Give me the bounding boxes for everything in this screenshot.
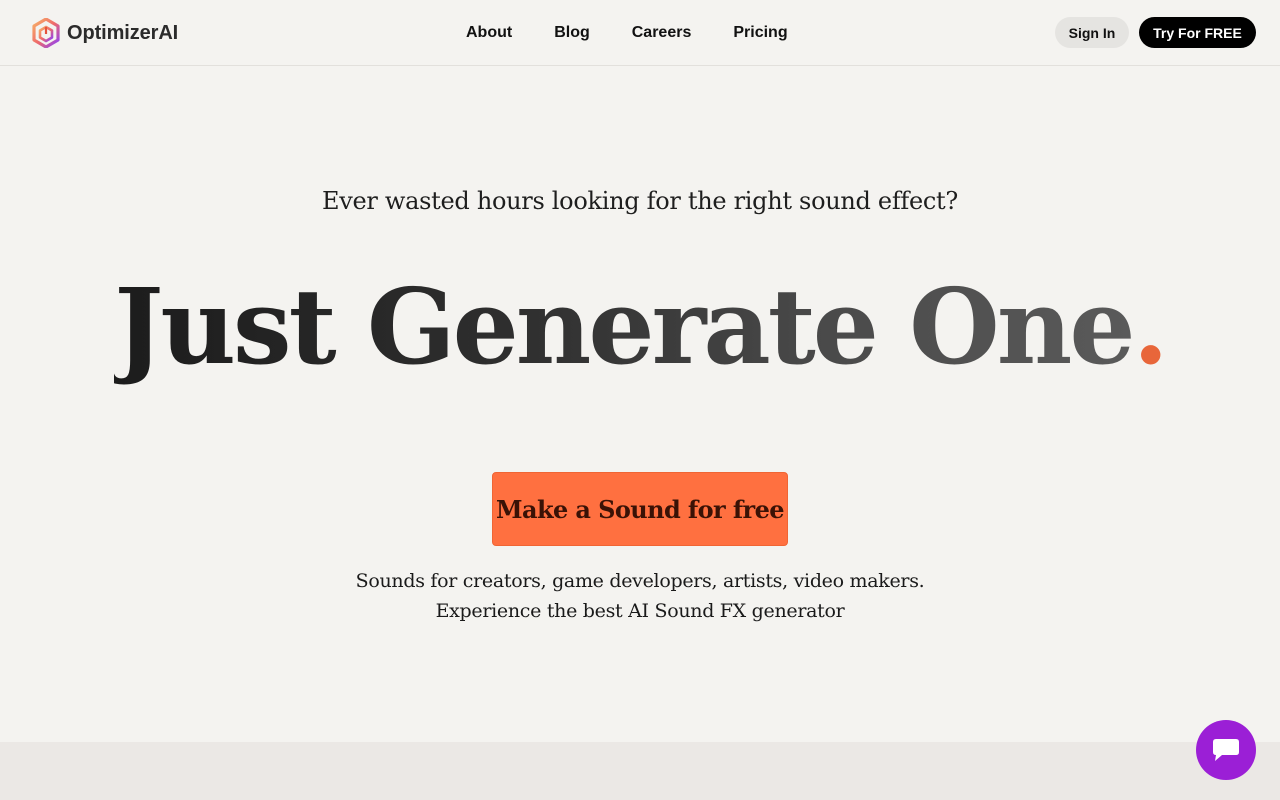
sign-in-button[interactable]: Sign In (1055, 17, 1129, 48)
brand-name: OptimizerAI (67, 21, 179, 44)
hero-subtext: Sounds for creators, game developers, ar… (0, 566, 1280, 626)
headline-dot: . (1132, 265, 1169, 388)
subtext-line-2: Experience the best AI Sound FX generato… (435, 600, 845, 622)
subtext-line-1: Sounds for creators, game developers, ar… (355, 570, 925, 592)
site-header: OptimizerAI About Blog Careers Pricing S… (0, 0, 1280, 66)
next-section-band (0, 742, 1280, 800)
chat-bubble-icon (1213, 739, 1239, 761)
optimizer-logo-icon (32, 18, 60, 48)
nav-careers[interactable]: Careers (632, 22, 692, 44)
make-sound-button[interactable]: Make a Sound for free (492, 472, 788, 546)
nav-pricing[interactable]: Pricing (733, 22, 787, 44)
headline-text: Just Generate One (114, 265, 1135, 388)
nav-blog[interactable]: Blog (554, 22, 590, 44)
hero-headline: Just Generate One. (0, 262, 1280, 392)
try-for-free-button[interactable]: Try For FREE (1139, 17, 1256, 48)
nav-about[interactable]: About (466, 22, 512, 44)
brand-logo-link[interactable]: OptimizerAI (32, 17, 178, 49)
chat-launcher-button[interactable] (1196, 720, 1256, 780)
hero-tagline: Ever wasted hours looking for the right … (322, 187, 958, 215)
main-nav: About Blog Careers Pricing (466, 22, 788, 44)
